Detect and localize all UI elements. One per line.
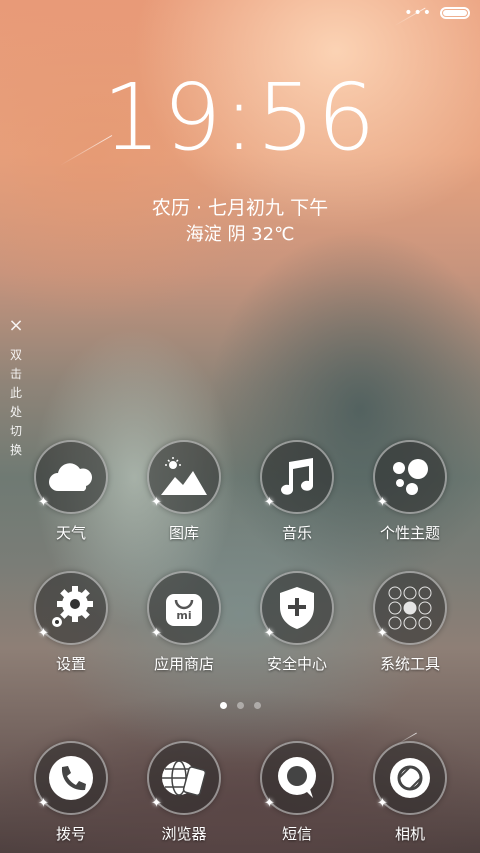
dock-messages[interactable]: ✦ 短信	[247, 741, 347, 844]
hint-char: 双	[9, 348, 22, 362]
system-tools-icon: ✦	[373, 571, 447, 645]
music-note-icon: ✦	[260, 440, 334, 514]
sparkle-icon: ✦	[151, 796, 162, 811]
app-weather[interactable]: ✦ 天气	[21, 440, 121, 543]
battery-level	[443, 10, 467, 16]
app-store-bag-icon: mi ✦	[147, 571, 221, 645]
sparkle-icon: ✦	[377, 796, 388, 811]
page-dot[interactable]	[219, 702, 227, 709]
security-shield-icon: ✦	[260, 571, 334, 645]
sparkle-icon: ✦	[264, 495, 275, 510]
page-dot[interactable]	[253, 702, 261, 709]
app-label: 设置	[55, 655, 86, 673]
sparkle-icon: ✦	[377, 495, 388, 510]
sparkle-icon: ✦	[38, 495, 49, 510]
app-label: 短信	[281, 825, 312, 843]
app-security[interactable]: ✦ 安全中心	[247, 571, 347, 674]
app-label: 个性主题	[379, 524, 440, 542]
page-indicator	[0, 702, 480, 709]
app-label: 浏览器	[161, 825, 207, 843]
svg-text:mi: mi	[176, 609, 191, 622]
camera-icon: ✦	[373, 741, 447, 815]
status-bar: •••	[404, 6, 470, 20]
signal-dots-icon: •••	[404, 5, 432, 21]
page-dot[interactable]	[236, 702, 244, 709]
dock-phone[interactable]: ✦ 拨号	[21, 741, 121, 844]
hint-char: 此	[9, 386, 22, 400]
app-themes[interactable]: ✦ 个性主题	[360, 440, 460, 543]
dock-browser[interactable]: ✦ 浏览器	[134, 741, 234, 844]
browser-icon: ✦	[147, 741, 221, 815]
hint-char: 切	[9, 424, 22, 438]
hint-char: 处	[9, 405, 22, 419]
lunar-date: 农历 · 七月初九 下午	[151, 197, 329, 219]
app-label: 天气	[55, 524, 86, 542]
battery-icon	[440, 7, 470, 19]
app-settings[interactable]: ✦ 设置	[21, 571, 121, 674]
app-label: 应用商店	[153, 655, 214, 673]
app-label: 系统工具	[379, 655, 440, 673]
app-store[interactable]: mi ✦ 应用商店	[134, 571, 234, 674]
sparkle-icon: ✦	[264, 626, 275, 641]
hint-char: 击	[9, 367, 22, 381]
sparkle-icon: ✦	[151, 626, 162, 641]
switch-hint[interactable]: × 双 击 此 处 切 换	[6, 316, 26, 460]
gallery-icon: ✦	[147, 440, 221, 514]
app-label: 拨号	[55, 825, 86, 843]
weather-summary: 海淀 阴 32℃	[185, 224, 295, 245]
app-label: 音乐	[281, 524, 312, 542]
sparkle-icon: ✦	[38, 626, 49, 641]
sparkle-icon: ✦	[377, 626, 388, 641]
app-label: 安全中心	[266, 655, 327, 673]
theme-icon: ✦	[373, 440, 447, 514]
close-hint-icon[interactable]: ×	[6, 316, 26, 336]
clock-time: 19:56	[102, 64, 378, 171]
sparkle-icon: ✦	[38, 796, 49, 811]
sparkle-icon: ✦	[264, 796, 275, 811]
settings-gear-icon: ✦	[34, 571, 108, 645]
sparkle-icon: ✦	[151, 495, 162, 510]
message-bubble-icon: ✦	[260, 741, 334, 815]
dock-camera[interactable]: ✦ 相机	[360, 741, 460, 844]
weather-cloud-icon: ✦	[34, 440, 108, 514]
app-gallery[interactable]: ✦ 图库	[134, 440, 234, 543]
app-label: 相机	[394, 825, 425, 843]
app-music[interactable]: ✦ 音乐	[247, 440, 347, 543]
app-system-tools[interactable]: ✦ 系统工具	[360, 571, 460, 674]
app-label: 图库	[168, 524, 199, 542]
phone-icon: ✦	[34, 741, 108, 815]
